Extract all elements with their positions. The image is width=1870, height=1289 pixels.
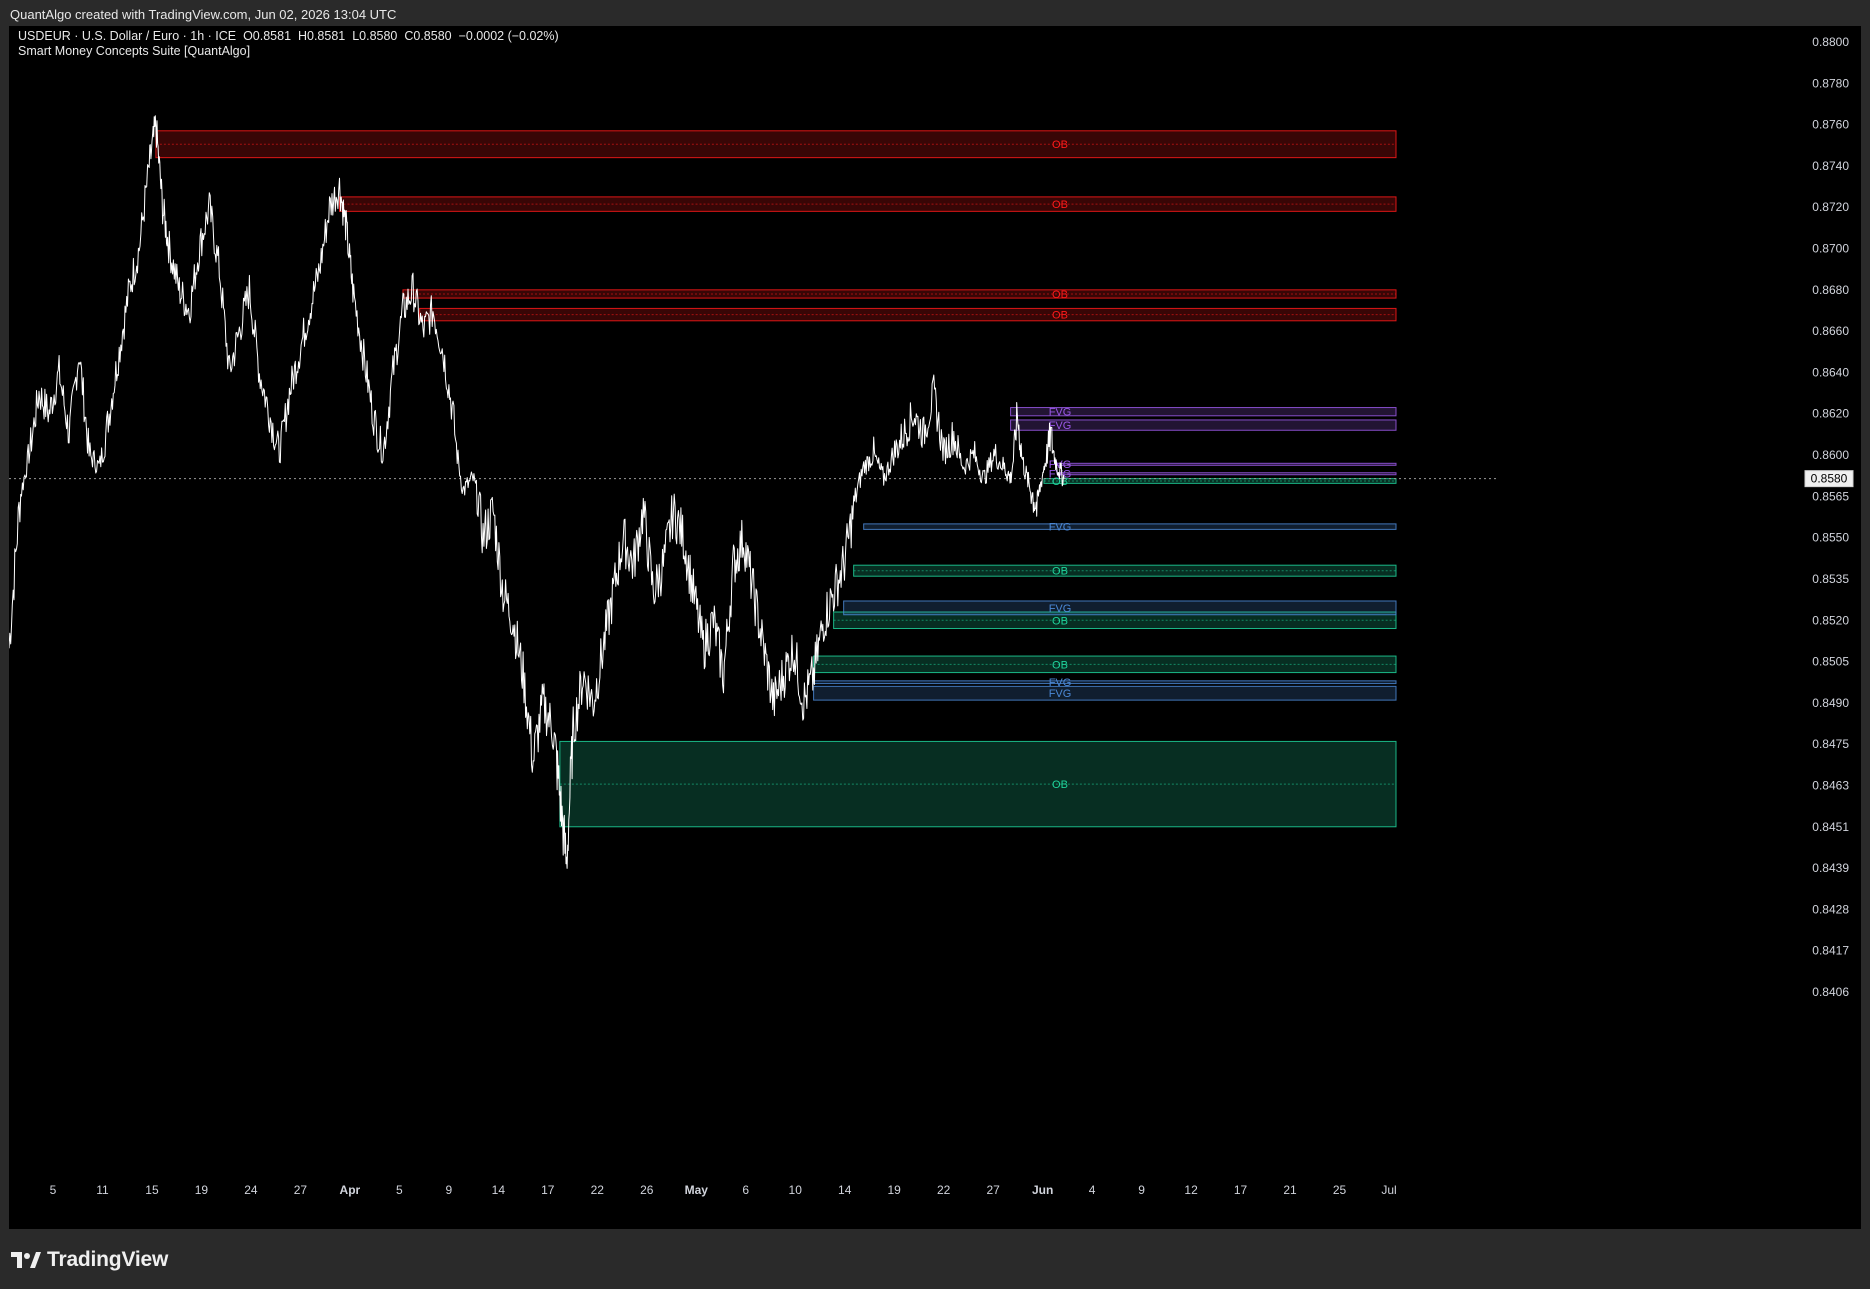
price-tick-label: 0.8535 <box>1812 572 1849 586</box>
price-tick-label: 0.8640 <box>1812 365 1849 379</box>
price-tick-label: 0.8740 <box>1812 159 1849 173</box>
ohlc-high: H0.8581 <box>297 29 346 43</box>
time-tick-label: 15 <box>145 1183 159 1197</box>
chart-credit: QuantAlgo created with TradingView.com, … <box>10 7 397 22</box>
ohlc-change: −0.0002 (−0.02%) <box>458 29 559 43</box>
time-tick-label: 5 <box>50 1183 57 1197</box>
time-tick-label: 4 <box>1089 1183 1096 1197</box>
zone-label: OB <box>1052 615 1068 627</box>
zone-label: OB <box>1052 310 1068 322</box>
price-tick-label: 0.8620 <box>1812 407 1849 421</box>
time-tick-label: 21 <box>1283 1183 1297 1197</box>
time-tick-label: Apr <box>340 1183 361 1197</box>
zones-layer: OBOBOBOBOBOBOBOBOBFVGFVGFVGFVGFVGFVGFVGF… <box>9 130 1499 828</box>
ohlc-close: C0.8580 <box>404 29 452 43</box>
zone-label: FVG <box>1049 603 1072 615</box>
time-tick-label: 26 <box>640 1183 654 1197</box>
price-chart[interactable]: OBOBOBOBOBOBOBOBOBFVGFVGFVGFVGFVGFVGFVGF… <box>9 26 1861 1229</box>
tradingview-logo-icon <box>11 1252 41 1268</box>
zone-label: OB <box>1052 289 1068 301</box>
fair-value-gap-bearish[interactable] <box>1056 462 1397 466</box>
time-tick-label: 17 <box>1234 1183 1248 1197</box>
time-tick-label: 14 <box>838 1183 852 1197</box>
price-tick-label: 0.8700 <box>1812 242 1849 256</box>
fair-value-gap-bearish[interactable] <box>1056 472 1397 476</box>
fair-value-gap-bullish[interactable] <box>863 523 1397 530</box>
time-tick-label: 22 <box>591 1183 605 1197</box>
ohlc-open: O0.8581 <box>243 29 292 43</box>
zone-label: OB <box>1052 566 1068 578</box>
zone-label: OB <box>1052 659 1068 671</box>
time-tick-label: Jun <box>1032 1183 1053 1197</box>
price-tick-label: 0.8600 <box>1812 448 1849 462</box>
tradingview-brand[interactable]: TradingView <box>11 1246 168 1274</box>
indicator-title[interactable]: Smart Money Concepts Suite [QuantAlgo] <box>18 44 250 58</box>
fair-value-gap-bullish[interactable] <box>843 600 1397 616</box>
price-tick-label: 0.8720 <box>1812 200 1849 214</box>
time-tick-label: 19 <box>195 1183 209 1197</box>
time-axis: 5 11 15 19 24 27 Apr 5 9 14 17 22 26 May 6 10 14 19 22 27 Ju… <box>50 1183 1397 1197</box>
price-tick-label: 0.8800 <box>1812 35 1849 49</box>
zone-label: OB <box>1052 779 1068 791</box>
zone-label: FVG <box>1049 522 1072 534</box>
time-tick-label: 25 <box>1333 1183 1347 1197</box>
fair-value-gap-bullish[interactable] <box>813 685 1397 701</box>
indicator-legend[interactable]: Smart Money Concepts Suite [QuantAlgo] <box>18 44 250 58</box>
price-tick-label: 0.8417 <box>1812 944 1849 958</box>
time-tick-label: 10 <box>789 1183 803 1197</box>
zone-label: OB <box>1052 139 1068 151</box>
time-tick-label: 27 <box>986 1183 1000 1197</box>
time-tick-label: May <box>685 1183 709 1197</box>
price-tick-label: 0.8451 <box>1812 820 1849 834</box>
price-tick-label: 0.8505 <box>1812 655 1849 669</box>
time-tick-label: 6 <box>742 1183 749 1197</box>
zone-label: FVG <box>1049 688 1072 700</box>
fair-value-gap-bullish[interactable] <box>813 680 1397 685</box>
zone-label: FVG <box>1049 407 1072 419</box>
price-axis: 0.8800 0.8780 0.8760 0.8740 0.8720 0.8700 0.86… <box>1804 35 1854 999</box>
time-tick-label: 24 <box>244 1183 258 1197</box>
price-tick-label: 0.8520 <box>1812 613 1849 627</box>
time-tick-label: 11 <box>96 1183 109 1197</box>
symbol-title[interactable]: USDEUR · U.S. Dollar / Euro · 1h · ICE <box>18 29 236 43</box>
time-tick-label: 17 <box>541 1183 555 1197</box>
price-tick-label: 0.8680 <box>1812 283 1849 297</box>
zone-label: OB <box>1052 199 1068 211</box>
last-price-label: 0.8580 <box>1811 472 1848 486</box>
chart-pane[interactable]: OB OB OB OB OB OB OB OB OB FVG FVG FVG FVG FVG FVG FVG F… <box>9 26 1861 1229</box>
order-block-bullish[interactable] <box>813 655 1397 674</box>
time-tick-label: 5 <box>396 1183 403 1197</box>
price-tick-label: 0.8565 <box>1812 489 1849 503</box>
price-tick-label: 0.8490 <box>1812 696 1849 710</box>
symbol-legend[interactable]: USDEUR · U.S. Dollar / Euro · 1h · ICE O… <box>18 29 559 43</box>
price-tick-label: 0.8550 <box>1812 531 1849 545</box>
price-tick-label: 0.8439 <box>1812 861 1849 875</box>
time-tick-label: 9 <box>446 1183 453 1197</box>
time-tick-label: 9 <box>1138 1183 1145 1197</box>
time-tick-label: 27 <box>294 1183 308 1197</box>
time-tick-label: Jul <box>1381 1183 1396 1197</box>
price-tick-label: 0.8475 <box>1812 737 1849 751</box>
price-tick-label: 0.8406 <box>1812 985 1849 999</box>
time-tick-label: 14 <box>492 1183 506 1197</box>
price-tick-label: 0.8760 <box>1812 118 1849 132</box>
brand-name: TradingView <box>47 1248 169 1271</box>
time-tick-label: 19 <box>888 1183 902 1197</box>
price-tick-label: 0.8428 <box>1812 902 1849 916</box>
price-tick-label: 0.8660 <box>1812 324 1849 338</box>
time-tick-label: 12 <box>1184 1183 1198 1197</box>
time-tick-label: 22 <box>937 1183 951 1197</box>
price-tick-label: 0.8780 <box>1812 76 1849 90</box>
ohlc-low: L0.8580 <box>352 29 398 43</box>
price-tick-label: 0.8463 <box>1812 778 1849 792</box>
